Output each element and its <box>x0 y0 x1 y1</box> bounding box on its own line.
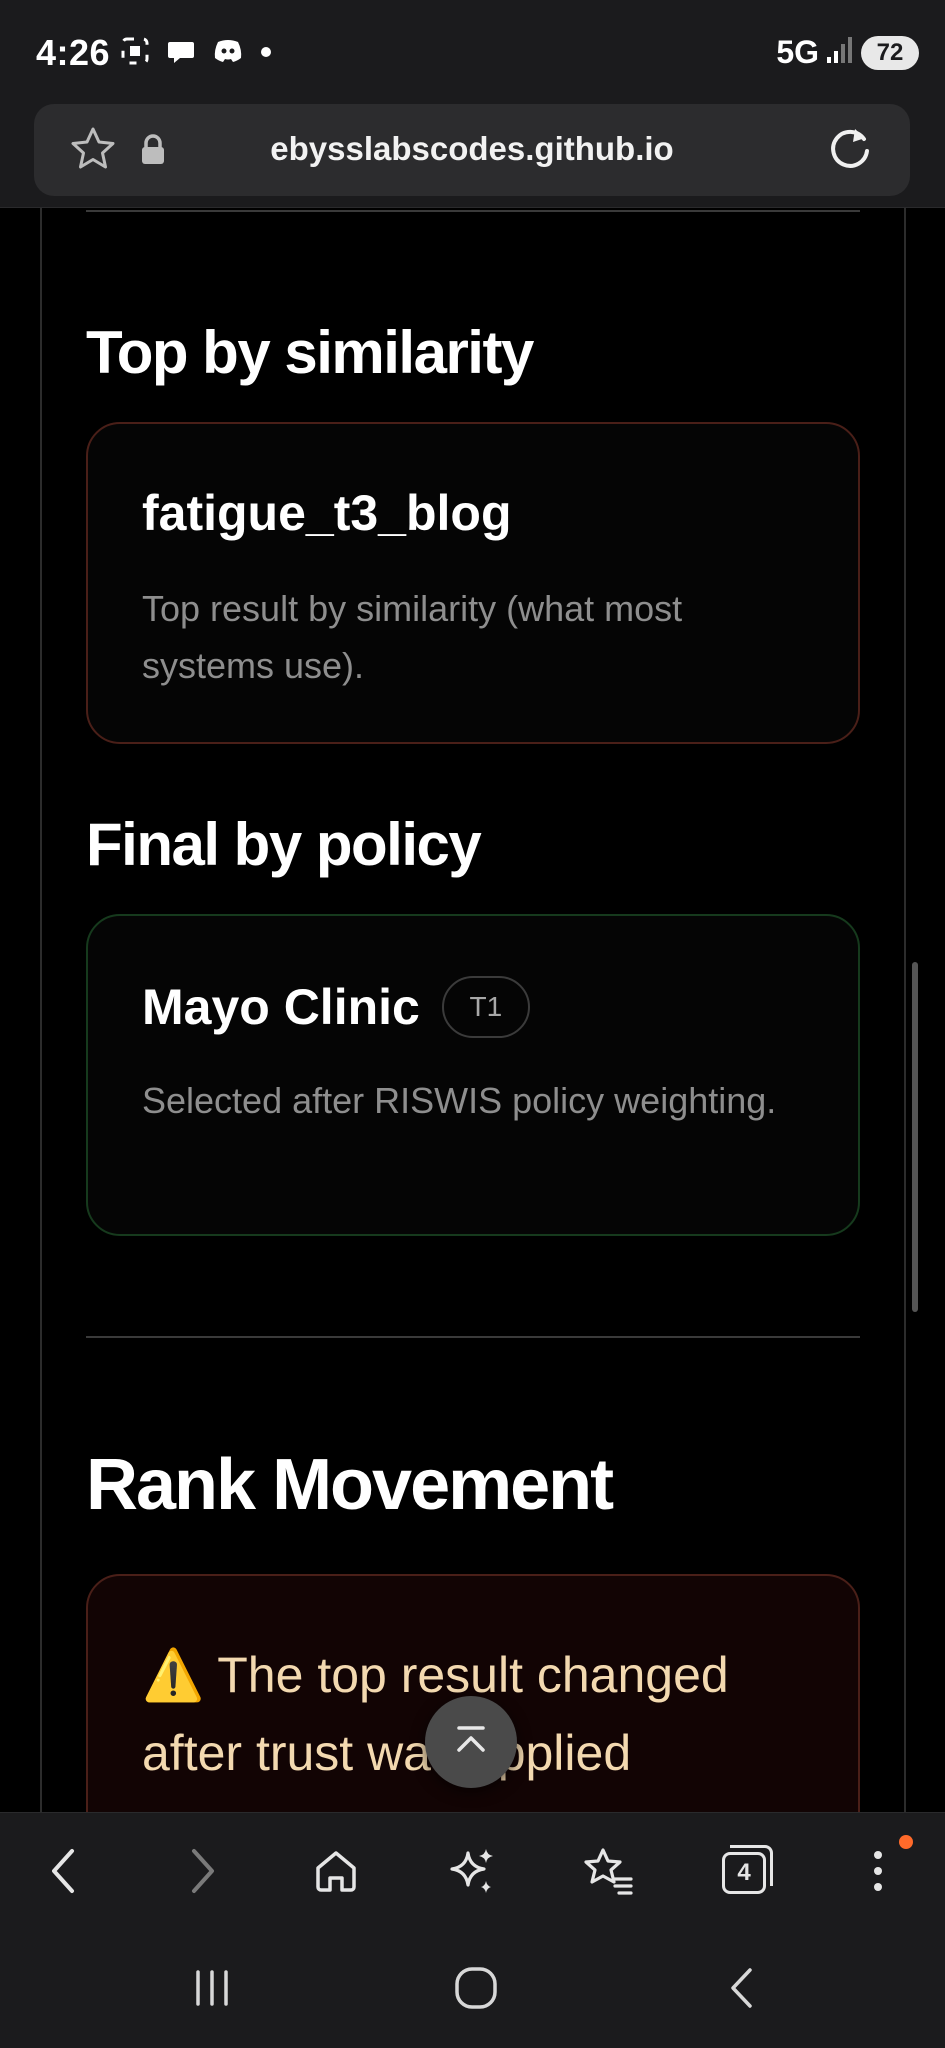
card-title-policy: Mayo Clinic T1 <box>142 976 530 1038</box>
forward-button[interactable] <box>172 1843 232 1903</box>
screenshot-icon <box>120 36 150 71</box>
tabs-button[interactable]: 4 <box>714 1843 774 1903</box>
card-top-by-similarity: fatigue_t3_blog Top result by similarity… <box>86 422 860 744</box>
bookmarks-button[interactable] <box>578 1843 638 1903</box>
network-label: 5G <box>776 34 819 70</box>
status-right: 5G 72 <box>776 34 919 71</box>
scroll-to-top-button[interactable] <box>425 1696 517 1788</box>
chevron-up-icon <box>451 1720 491 1765</box>
card-description-policy: Selected after RISWIS policy weighting. <box>142 1080 777 1121</box>
battery-level: 72 <box>861 35 919 70</box>
address-bar[interactable]: ebysslabscodes.github.io <box>34 104 910 196</box>
heading-top-by-similarity: Top by similarity <box>86 319 534 386</box>
result-name: Mayo Clinic <box>142 979 420 1035</box>
heading-final-by-policy: Final by policy <box>86 811 482 878</box>
star-list-icon <box>581 1845 635 1902</box>
notification-dot <box>899 1835 913 1849</box>
chevron-right-icon <box>182 1845 222 1902</box>
heading-rank-movement: Rank Movement <box>86 1445 614 1525</box>
more-vertical-icon <box>868 1845 888 1902</box>
ai-assistant-button[interactable] <box>442 1843 502 1903</box>
home-nav-button[interactable] <box>446 1960 506 2020</box>
recent-apps-button[interactable] <box>182 1960 242 2020</box>
back-button[interactable] <box>34 1843 94 1903</box>
result-name: fatigue_t3_blog <box>142 485 512 541</box>
tier-badge: T1 <box>441 976 530 1038</box>
browser-address-area: ebysslabscodes.github.io <box>0 104 945 208</box>
status-bar: 4:26 5G 72 <box>0 0 945 104</box>
browser-toolbar: 4 <box>0 1812 945 1932</box>
tabs-icon: 4 <box>722 1845 773 1894</box>
card-description-similarity: Top result by similarity (what most syst… <box>142 588 683 686</box>
chevron-left-icon <box>724 1965 760 2016</box>
back-nav-button[interactable] <box>712 1960 772 2020</box>
home-button[interactable] <box>306 1843 366 1903</box>
sparkles-icon <box>446 1845 498 1902</box>
section-divider <box>86 1336 860 1338</box>
card-final-by-policy: Mayo Clinic T1 Selected after RISWIS pol… <box>86 914 860 1236</box>
url-text[interactable]: ebysslabscodes.github.io <box>34 130 910 168</box>
section-divider-top <box>86 210 860 212</box>
dot-icon <box>260 45 272 63</box>
chat-icon <box>166 36 196 71</box>
scrollbar-thumb[interactable] <box>912 962 918 1312</box>
notification-icons <box>120 36 272 71</box>
chevron-left-icon <box>44 1845 84 1902</box>
page-content[interactable]: Top by similarity fatigue_t3_blog Top re… <box>0 208 945 1812</box>
card-title-similarity: fatigue_t3_blog <box>142 484 511 542</box>
status-time: 4:26 <box>36 32 111 73</box>
recent-apps-icon <box>190 1968 234 2013</box>
warning-icon: ⚠️ <box>142 1647 205 1703</box>
reload-icon[interactable] <box>824 122 876 179</box>
discord-icon <box>212 36 244 71</box>
system-navigation-bar <box>0 1932 945 2048</box>
signal-icon <box>827 35 853 70</box>
home-icon <box>311 1846 361 1901</box>
menu-button[interactable] <box>848 1843 908 1903</box>
screen: 4:26 5G 72 ebysslabscodes.github.io Top … <box>0 0 945 2048</box>
home-circle-icon <box>453 1965 499 2016</box>
